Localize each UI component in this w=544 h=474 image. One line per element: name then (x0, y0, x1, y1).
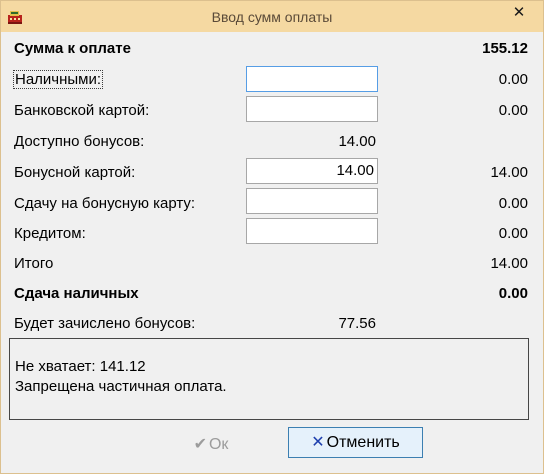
ok-button[interactable]: ✔ Ок (185, 429, 237, 460)
total-due-value: 155.12 (482, 40, 528, 57)
checkmark-icon: ✔ (193, 436, 207, 453)
bank-card-input[interactable] (246, 96, 378, 122)
bonus-card-amount: 14.00 (490, 164, 528, 181)
bank-card-label: Банковской картой: (14, 102, 150, 119)
bonus-available-value: 14.00 (338, 133, 376, 150)
total-label: Итого (14, 255, 54, 272)
bonus-card-label: Бонусной картой: (14, 164, 136, 181)
cash-label: Наличными: (13, 70, 104, 89)
shortage-message: Не хватает: 141.12 (15, 358, 146, 375)
cancel-x-icon: ✕ (311, 434, 325, 451)
close-icon: ✕ (512, 4, 526, 21)
message-panel: Не хватает: 141.12 Запрещена частичная о… (9, 338, 529, 420)
change-to-bonus-amount: 0.00 (498, 195, 528, 212)
payment-dialog: Ввод сумм оплаты ✕ Сумма к оплате 155.12… (0, 0, 544, 474)
change-to-bonus-label: Сдачу на бонусную карту: (14, 195, 196, 212)
bonus-accrual-value: 77.56 (338, 315, 376, 332)
cancel-label: Отменить (326, 434, 400, 451)
bank-card-amount: 0.00 (498, 102, 528, 119)
change-to-bonus-input[interactable] (246, 188, 378, 214)
bonus-available-label: Доступно бонусов: (14, 133, 145, 150)
close-button[interactable]: ✕ (497, 2, 541, 24)
partial-payment-message: Запрещена частичная оплата. (15, 378, 227, 395)
window-title: Ввод сумм оплаты (211, 9, 333, 25)
cancel-button[interactable]: ✕ Отменить (288, 427, 423, 458)
total-amount: 14.00 (490, 255, 528, 272)
bonus-accrual-label: Будет зачислено бонусов: (14, 315, 196, 332)
total-due-label: Сумма к оплате (14, 40, 131, 57)
bonus-card-input[interactable]: 14.00 (246, 158, 378, 184)
cash-input[interactable] (246, 66, 378, 92)
credit-label: Кредитом: (14, 225, 86, 242)
cash-change-label: Сдача наличных (14, 285, 139, 302)
title-bar[interactable]: Ввод сумм оплаты ✕ (1, 1, 543, 32)
credit-input[interactable] (246, 218, 378, 244)
ok-label: Ок (208, 436, 229, 453)
dialog-body: Сумма к оплате 155.12 Наличными: 0.00 Ба… (8, 32, 536, 466)
cash-amount: 0.00 (498, 71, 528, 88)
credit-amount: 0.00 (498, 225, 528, 242)
cash-change-amount: 0.00 (498, 285, 528, 302)
